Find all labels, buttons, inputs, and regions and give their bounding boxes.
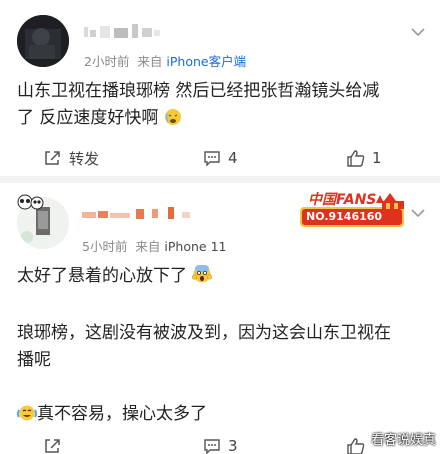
content-line: 了 反应速度好快啊 [17, 105, 426, 135]
source-link[interactable]: iPhone 11 [164, 239, 226, 254]
chevron-down-icon[interactable] [410, 207, 426, 219]
fans-badge-title: 中国FANS [308, 192, 377, 208]
post-content: 太好了悬着的心放下了 琅琊榜，这剧没有被波及到，因为这会山东卫视在 播呢 真不容… [17, 263, 426, 431]
scream-face-emoji-icon [192, 264, 213, 293]
comment-icon [204, 439, 220, 454]
post-time: 2小时前 [84, 54, 130, 69]
comment-count: 4 [228, 149, 238, 167]
fans-badge[interactable]: 中国FANS NO.9146160 [300, 189, 412, 231]
fans-badge-number: NO.9146160 [306, 210, 383, 223]
post-content: 山东卫视在播琅琊榜 然后已经把张哲瀚镜头给减 了 反应速度好快啊 [17, 78, 426, 135]
thumbs-up-icon [347, 149, 365, 167]
repost-label: 转发 [69, 149, 100, 168]
comment-count: 3 [228, 437, 238, 454]
repost-button[interactable]: 转发 [44, 138, 99, 178]
source-prefix: 来自 [135, 239, 161, 254]
like-button[interactable] [347, 426, 372, 454]
post-meta: 5小时前 来自 iPhone 11 [82, 236, 226, 255]
post-meta: 2小时前 来自 iPhone客户端 [84, 51, 246, 70]
comment-icon [204, 151, 220, 166]
watermark: 看客说娱真 [370, 433, 436, 448]
repost-icon [45, 439, 60, 453]
username-blurred[interactable] [84, 22, 164, 42]
source-link[interactable]: iPhone客户端 [166, 54, 246, 69]
tired-face-emoji-icon [164, 108, 182, 135]
content-line: 山东卫视在播琅琊榜 然后已经把张哲瀚镜头给减 [17, 81, 380, 101]
weibo-post-2: 中国FANS NO.9146160 5小时前 来自 iPhone 11 太好了悬… [0, 183, 440, 454]
comment-button[interactable]: 4 [203, 138, 238, 178]
content-line: 太好了悬着的心放下了 [17, 263, 426, 293]
post-actions: 转发 4 1 [0, 138, 440, 178]
avatar[interactable] [17, 15, 69, 67]
source-prefix: 来自 [137, 54, 163, 69]
like-button[interactable]: 1 [347, 138, 382, 178]
panda-sticker-icon [16, 191, 44, 213]
comment-button[interactable]: 3 [203, 426, 238, 454]
username-blurred[interactable] [82, 203, 192, 223]
repost-icon [45, 151, 60, 165]
repost-button[interactable] [44, 426, 69, 454]
weibo-post-1: 2小时前 来自 iPhone客户端 山东卫视在播琅琊榜 然后已经把张哲瀚镜头给减… [0, 0, 440, 176]
like-count: 1 [372, 149, 382, 167]
thumbs-up-icon [347, 437, 365, 454]
post-time: 5小时前 [82, 239, 128, 254]
chevron-down-icon[interactable] [410, 26, 426, 38]
content-line: 播呢 [17, 350, 51, 370]
content-line: 琅琊榜，这剧没有被波及到，因为这会山东卫视在 [17, 323, 391, 343]
